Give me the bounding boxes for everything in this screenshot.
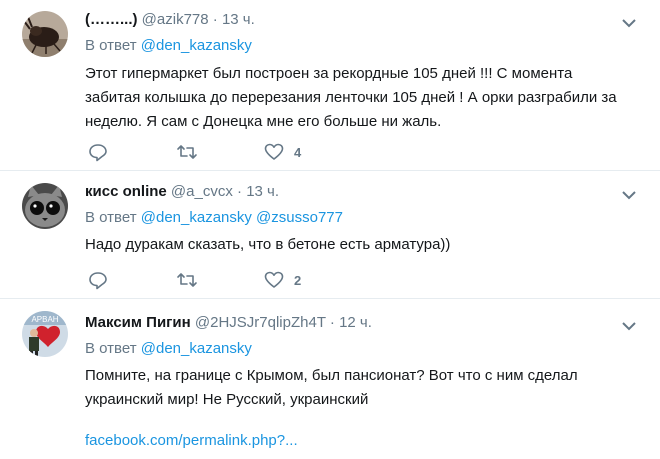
user-handle[interactable]: @a_cvcx	[171, 183, 233, 200]
user-handle[interactable]: @azik778	[142, 11, 209, 28]
tweet-1[interactable]: (……...) @azik778 · 13 ч. В ответ @den_ka…	[0, 0, 660, 170]
heart-icon	[264, 271, 284, 288]
like-button[interactable]: 2	[264, 269, 301, 291]
display-name[interactable]: Максим Пигин	[85, 314, 191, 331]
avatar[interactable]: APBAH	[22, 311, 68, 357]
tweet-header: Максим Пигин @2HJSJr7qlipZh4T · 12 ч.	[85, 313, 372, 333]
mention-link[interactable]: @den_kazansky	[141, 37, 252, 54]
tweet-text: Помните, на границе с Крымом, был пансио…	[85, 364, 640, 412]
reply-prefix: В ответ	[85, 340, 137, 357]
tweet-text: Этот гипермаркет был построен за рекордн…	[85, 62, 640, 134]
retweet-button[interactable]	[176, 269, 198, 291]
reply-icon	[89, 272, 107, 290]
timestamp[interactable]: 13 ч.	[222, 11, 255, 28]
chevron-down-icon[interactable]	[621, 188, 637, 200]
svg-text:APBAH: APBAH	[31, 315, 58, 324]
reply-context: В ответ @den_kazansky	[85, 339, 252, 359]
display-name[interactable]: кисс online	[85, 183, 167, 200]
heart-icon	[264, 143, 284, 160]
timestamp[interactable]: 13 ч.	[246, 183, 279, 200]
avatar[interactable]	[22, 11, 68, 57]
tweet-3[interactable]: APBAH Максим Пигин @2HJSJr7qlipZh4T · 12…	[0, 299, 660, 459]
like-count: 2	[294, 272, 302, 288]
tweet-text-line: Помните, на границе с Крымом, был пансио…	[85, 367, 578, 384]
tweet-text-line: забитая колышка до перерезания ленточки …	[85, 89, 617, 106]
retweet-button[interactable]	[176, 141, 198, 163]
tweet-header: (……...) @azik778 · 13 ч.	[85, 10, 255, 30]
external-link[interactable]: facebook.com/permalink.php?...	[85, 431, 298, 451]
separator-dot: ·	[329, 314, 335, 331]
tweet-text-line: неделю. Я сам с Донецка мне его больше н…	[85, 113, 442, 130]
reply-prefix: В ответ	[85, 37, 137, 54]
mention-link[interactable]: @den_kazansky	[141, 209, 252, 226]
like-button[interactable]: 4	[264, 141, 301, 163]
separator-dot: ·	[237, 183, 243, 200]
chevron-down-icon[interactable]	[621, 16, 637, 28]
mention-link[interactable]: @den_kazansky	[141, 340, 252, 357]
reply-context: В ответ @den_kazansky	[85, 36, 252, 56]
tweet-text-line: Этот гипермаркет был построен за рекордн…	[85, 65, 573, 82]
like-count: 4	[294, 144, 302, 160]
retweet-icon	[177, 145, 197, 159]
chevron-down-icon[interactable]	[621, 319, 637, 331]
reply-button[interactable]	[88, 141, 108, 163]
reply-prefix: В ответ	[85, 209, 137, 226]
mention-link[interactable]: @zsusso777	[256, 209, 343, 226]
tweet-text: Надо дуракам сказать, что в бетоне есть …	[85, 233, 640, 257]
separator-dot: ·	[212, 11, 218, 28]
tweet-2[interactable]: кисс online @a_cvcx · 13 ч. В ответ @den…	[0, 171, 660, 298]
timestamp[interactable]: 12 ч.	[339, 314, 372, 331]
tweet-text-line: Надо дуракам сказать, что в бетоне есть …	[85, 236, 451, 253]
user-handle[interactable]: @2HJSJr7qlipZh4T	[195, 314, 326, 331]
avatar[interactable]	[22, 183, 68, 229]
reply-context: В ответ @den_kazansky @zsusso777	[85, 208, 343, 228]
reply-button[interactable]	[88, 269, 108, 291]
tweet-text-line: украинский мир! Не Русский, украинский	[85, 391, 369, 408]
reply-icon	[89, 144, 107, 162]
retweet-icon	[177, 273, 197, 287]
tweet-header: кисс online @a_cvcx · 13 ч.	[85, 182, 279, 202]
display-name[interactable]: (……...)	[85, 11, 138, 28]
